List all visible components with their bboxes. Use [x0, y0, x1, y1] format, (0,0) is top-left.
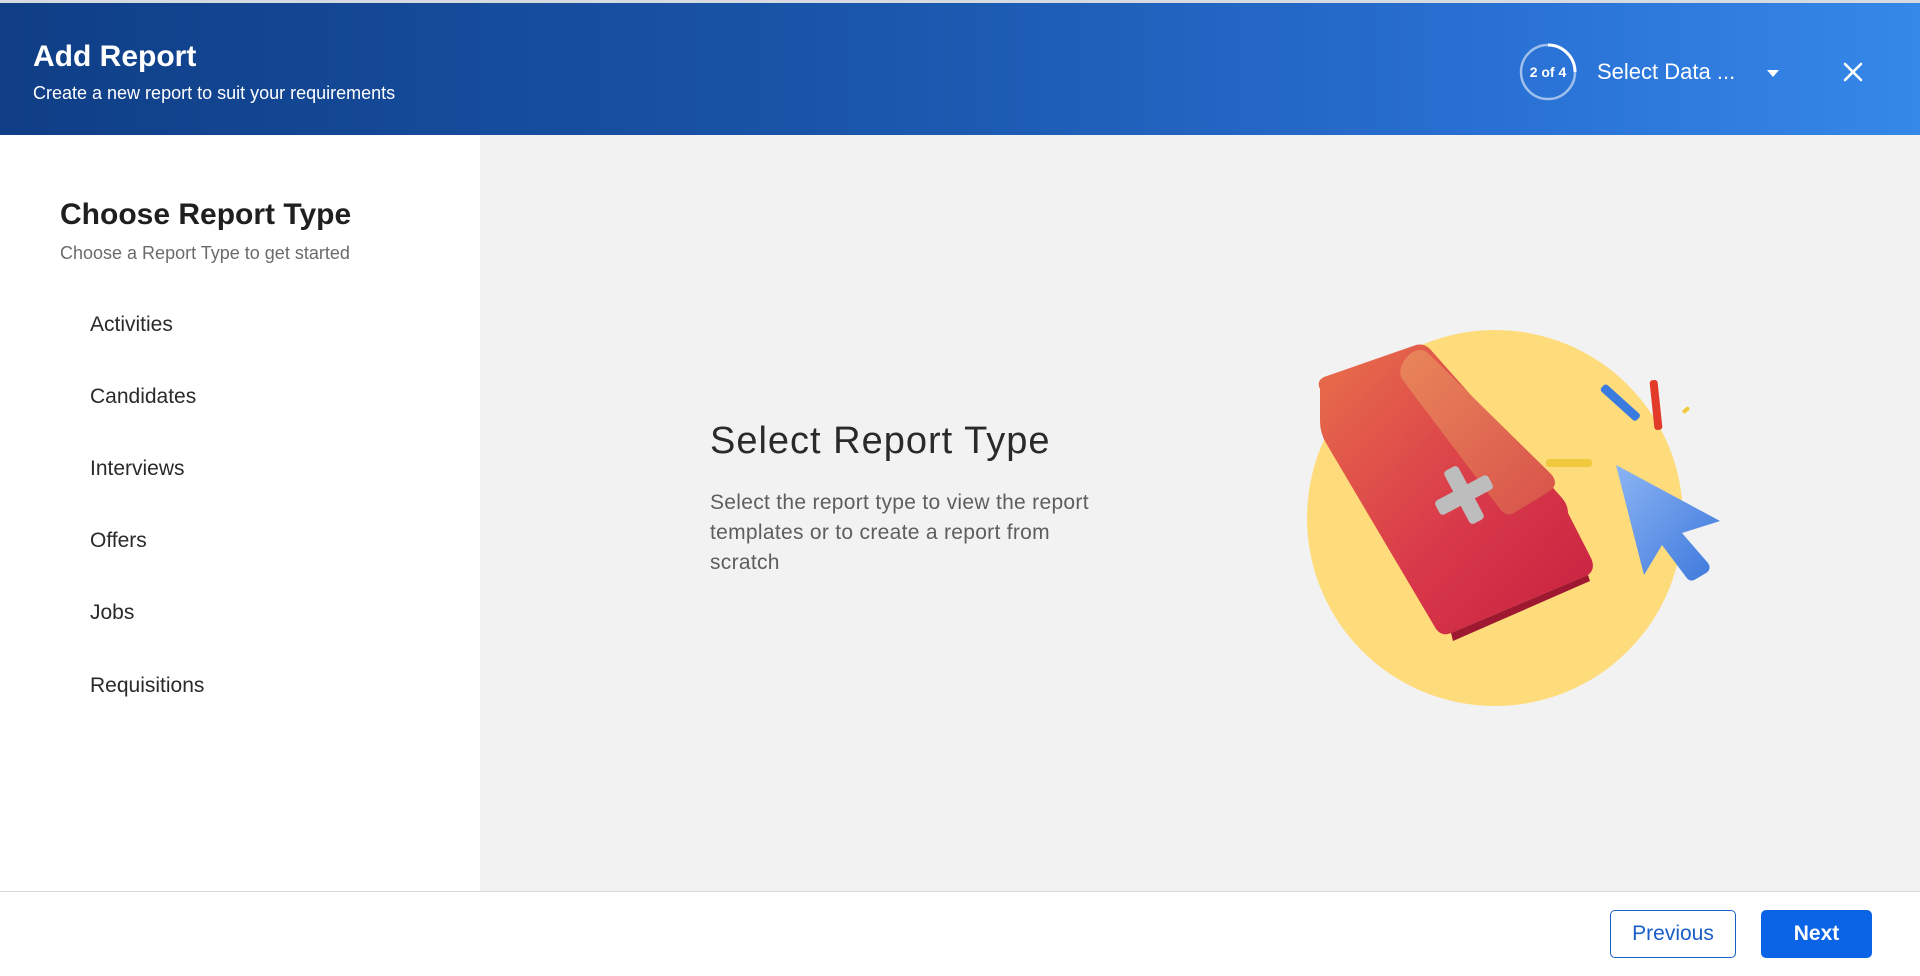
sidebar-subtitle: Choose a Report Type to get started [60, 243, 350, 263]
sidebar-title: Choose Report Type [60, 198, 352, 231]
report-type-activities[interactable]: Activities [90, 305, 390, 345]
step-dropdown-label[interactable]: Select Data ... [1597, 59, 1735, 85]
dialog-header: Add Report Create a new report to suit y… [0, 0, 1920, 135]
next-button[interactable]: Next [1761, 910, 1872, 958]
step-progress-ring[interactable]: 2 of 4 [1518, 42, 1578, 102]
add-report-folder-illustration [1307, 330, 1720, 706]
report-type-requisitions[interactable]: Requisitions [90, 666, 390, 706]
previous-button[interactable]: Previous [1610, 910, 1736, 958]
report-type-interviews[interactable]: Interviews [90, 449, 390, 489]
dialog-subtitle: Create a new report to suit your require… [33, 83, 396, 103]
empty-state-title: Select Report Type [710, 420, 1051, 462]
empty-state-description: Select the report type to view the repor… [710, 491, 1089, 574]
report-type-jobs[interactable]: Jobs [90, 593, 390, 633]
report-type-sidebar: Choose Report Type Choose a Report Type … [0, 135, 480, 891]
report-type-candidates[interactable]: Candidates [90, 377, 390, 417]
close-icon[interactable] [1838, 57, 1868, 87]
step-indicator-text: 2 of 4 [1529, 64, 1567, 80]
report-type-offers[interactable]: Offers [90, 521, 390, 561]
main-panel: Select Report Type Select the report typ… [480, 135, 1920, 891]
dialog-footer: Previous Next [0, 891, 1920, 976]
chevron-down-icon[interactable] [1766, 66, 1780, 80]
dialog-title: Add Report [33, 40, 197, 73]
